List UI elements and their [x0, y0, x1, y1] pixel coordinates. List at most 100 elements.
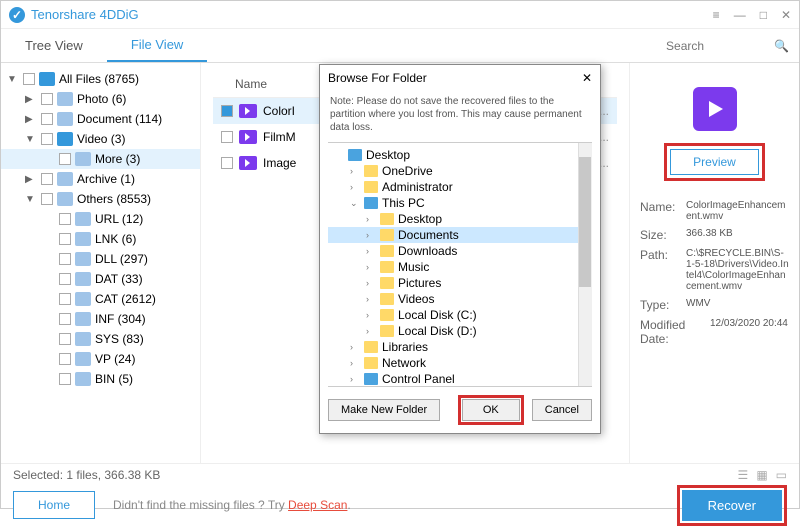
- view-list-icon[interactable]: ☰: [738, 468, 749, 482]
- checkbox[interactable]: [41, 133, 53, 145]
- recover-button[interactable]: Recover: [682, 490, 782, 521]
- recover-highlight: Recover: [677, 485, 787, 526]
- file-name: FilmM: [263, 130, 296, 144]
- expand-icon[interactable]: ›: [350, 342, 360, 352]
- folder-tree-item[interactable]: › Documents: [328, 227, 592, 243]
- expand-icon[interactable]: ›: [366, 262, 376, 272]
- checkbox[interactable]: [41, 93, 53, 105]
- expand-icon[interactable]: ›: [366, 310, 376, 320]
- folder-tree-item[interactable]: › Music: [328, 259, 592, 275]
- expand-icon[interactable]: ▶: [25, 174, 37, 185]
- checkbox[interactable]: [221, 157, 233, 169]
- expand-icon[interactable]: ›: [366, 294, 376, 304]
- folder-tree-item[interactable]: ›Local Disk (D:): [328, 323, 592, 339]
- folder-tree-item[interactable]: ›Libraries: [328, 339, 592, 355]
- search-icon[interactable]: 🔍: [774, 39, 789, 53]
- folder-tree-item[interactable]: ›Desktop: [328, 211, 592, 227]
- expand-icon[interactable]: ›: [350, 374, 360, 384]
- sidebar-item[interactable]: DLL (297): [1, 249, 200, 269]
- sidebar-item[interactable]: ▶Photo (6): [1, 89, 200, 109]
- minimize-icon[interactable]: —: [734, 8, 746, 22]
- scrollbar-thumb[interactable]: [579, 157, 591, 287]
- expand-icon[interactable]: ›: [350, 358, 360, 368]
- sidebar-item[interactable]: ▶Document (114): [1, 109, 200, 129]
- view-detail-icon[interactable]: ▭: [776, 468, 787, 482]
- checkbox[interactable]: [59, 253, 71, 265]
- column-name[interactable]: Name: [235, 77, 267, 91]
- expand-icon[interactable]: ▶: [25, 114, 37, 125]
- dialog-close-icon[interactable]: ✕: [582, 71, 592, 85]
- sidebar-item[interactable]: ▼All Files (8765): [1, 69, 200, 89]
- sidebar-item-label: VP (24): [95, 352, 135, 366]
- folder-tree-item[interactable]: ›OneDrive: [328, 163, 592, 179]
- checkbox[interactable]: [59, 373, 71, 385]
- search-input[interactable]: [666, 39, 766, 53]
- checkbox[interactable]: [41, 193, 53, 205]
- sidebar-item[interactable]: SYS (83): [1, 329, 200, 349]
- checkbox[interactable]: [41, 173, 53, 185]
- home-button[interactable]: Home: [13, 491, 95, 519]
- checkbox[interactable]: [59, 153, 71, 165]
- folder-label: Documents: [398, 228, 459, 242]
- checkbox[interactable]: [59, 353, 71, 365]
- expand-icon[interactable]: ▼: [25, 134, 37, 145]
- tab-file-view[interactable]: File View: [107, 29, 208, 62]
- tab-tree-view[interactable]: Tree View: [1, 29, 107, 62]
- sidebar-item[interactable]: ▼Video (3): [1, 129, 200, 149]
- sidebar-item[interactable]: VP (24): [1, 349, 200, 369]
- sidebar-item[interactable]: ▶Archive (1): [1, 169, 200, 189]
- sidebar-item[interactable]: More (3): [1, 149, 200, 169]
- checkbox[interactable]: [59, 333, 71, 345]
- expand-icon[interactable]: ›: [366, 326, 376, 336]
- checkbox[interactable]: [221, 105, 233, 117]
- expand-icon[interactable]: ›: [366, 246, 376, 256]
- checkbox[interactable]: [59, 313, 71, 325]
- expand-icon[interactable]: ⌄: [350, 198, 360, 209]
- make-new-folder-button[interactable]: Make New Folder: [328, 399, 440, 421]
- checkbox[interactable]: [59, 213, 71, 225]
- sidebar-item[interactable]: BIN (5): [1, 369, 200, 389]
- folder-icon: [348, 149, 362, 161]
- sidebar-item-label: DLL (297): [95, 252, 148, 266]
- folder-tree-item[interactable]: ›Network: [328, 355, 592, 371]
- checkbox[interactable]: [41, 113, 53, 125]
- checkbox[interactable]: [59, 233, 71, 245]
- preview-button[interactable]: Preview: [670, 149, 759, 175]
- expand-icon[interactable]: ›: [350, 166, 360, 176]
- sidebar-item[interactable]: ▼Others (8553): [1, 189, 200, 209]
- expand-icon[interactable]: ▼: [7, 74, 19, 85]
- deep-scan-link[interactable]: Deep Scan: [288, 498, 347, 512]
- dialog-title: Browse For Folder: [328, 71, 427, 85]
- checkbox[interactable]: [59, 293, 71, 305]
- cancel-button[interactable]: Cancel: [532, 399, 592, 421]
- menu-icon[interactable]: ≡: [713, 8, 720, 22]
- checkbox[interactable]: [23, 73, 35, 85]
- checkbox[interactable]: [59, 273, 71, 285]
- folder-tree-item[interactable]: ›Control Panel: [328, 371, 592, 387]
- folder-tree-item[interactable]: ⌄This PC: [328, 195, 592, 211]
- folder-tree-item[interactable]: ›Pictures: [328, 275, 592, 291]
- folder-tree-item[interactable]: Desktop: [328, 147, 592, 163]
- close-icon[interactable]: ✕: [781, 8, 791, 22]
- sidebar-item[interactable]: URL (12): [1, 209, 200, 229]
- folder-tree-item[interactable]: ›Videos: [328, 291, 592, 307]
- folder-tree-item[interactable]: ›Local Disk (C:): [328, 307, 592, 323]
- sidebar-item[interactable]: LNK (6): [1, 229, 200, 249]
- expand-icon[interactable]: ▼: [25, 194, 37, 205]
- expand-icon[interactable]: ›: [366, 278, 376, 288]
- ok-button[interactable]: OK: [462, 399, 520, 421]
- checkbox[interactable]: [221, 131, 233, 143]
- maximize-icon[interactable]: □: [760, 8, 767, 22]
- dialog-scrollbar[interactable]: [578, 143, 592, 386]
- expand-icon[interactable]: ›: [350, 182, 360, 192]
- view-grid-icon[interactable]: ▦: [756, 468, 767, 482]
- sidebar-item[interactable]: DAT (33): [1, 269, 200, 289]
- expand-icon[interactable]: ›: [366, 214, 376, 224]
- sidebar-item[interactable]: INF (304): [1, 309, 200, 329]
- folder-tree-item[interactable]: ›Downloads: [328, 243, 592, 259]
- folder-tree-item[interactable]: ›Administrator: [328, 179, 592, 195]
- folder-label: Music: [398, 260, 429, 274]
- expand-icon[interactable]: ›: [366, 230, 376, 240]
- sidebar-item[interactable]: CAT (2612): [1, 289, 200, 309]
- expand-icon[interactable]: ▶: [25, 94, 37, 105]
